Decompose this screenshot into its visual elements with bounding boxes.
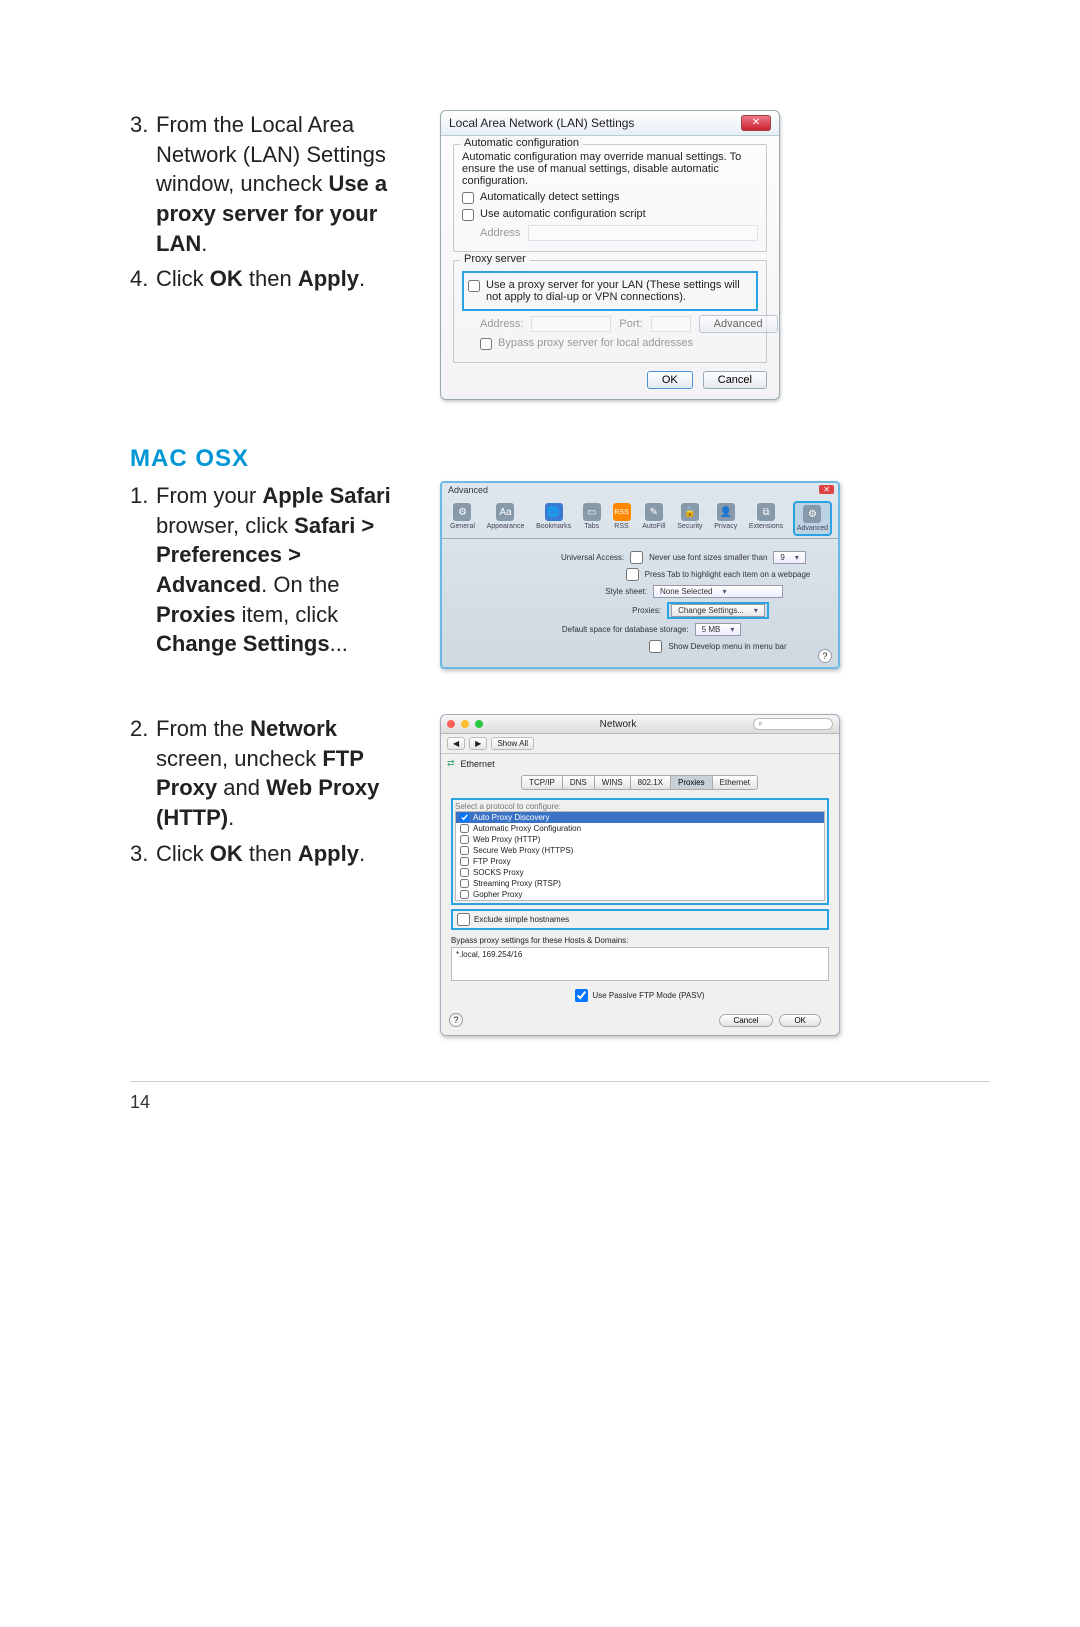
- tab-tcpip[interactable]: TCP/IP: [521, 775, 563, 790]
- minimize-dot-icon[interactable]: [461, 720, 469, 728]
- protocol-ftp-proxy[interactable]: FTP Proxy: [456, 856, 824, 867]
- address-input[interactable]: [528, 225, 758, 241]
- instructions-block-3: 2. From the Network screen, uncheck FTP …: [130, 714, 410, 1036]
- proxy-address-input[interactable]: [531, 316, 611, 332]
- develop-menu-checkbox[interactable]: [649, 640, 662, 653]
- passive-ftp-checkbox[interactable]: [575, 989, 588, 1002]
- protocol-auto-proxy-discovery[interactable]: Auto Proxy Discovery: [456, 812, 824, 823]
- instructions-block-1: 3. From the Local Area Network (LAN) Set…: [130, 110, 410, 400]
- cancel-button[interactable]: Cancel: [719, 1014, 774, 1027]
- pref-tab-extensions[interactable]: ⧉Extensions: [747, 501, 785, 536]
- protocol-automatic-proxy-configuration[interactable]: Automatic Proxy Configuration: [456, 823, 824, 834]
- db-storage-select[interactable]: 5 MB: [695, 623, 742, 636]
- back-button[interactable]: ◀: [447, 737, 465, 750]
- help-icon[interactable]: ?: [818, 649, 832, 663]
- extensions-icon: ⧉: [757, 503, 775, 521]
- bookmarks-icon: 🌐: [545, 503, 563, 521]
- show-all-button[interactable]: Show All: [491, 737, 534, 750]
- tab-highlight-checkbox[interactable]: [626, 568, 639, 581]
- page-number: 14: [130, 1092, 990, 1113]
- tab-wins[interactable]: WINS: [594, 775, 631, 790]
- advanced-button[interactable]: Advanced: [699, 315, 778, 333]
- advanced-icon: ⚙: [803, 505, 821, 523]
- preference-tabs: ⚙General AaAppearance🌐Bookmarks ▭Tabs RSSRS…: [442, 497, 838, 539]
- zoom-dot-icon[interactable]: [475, 720, 483, 728]
- pref-tab-tabs[interactable]: ▭Tabs: [581, 501, 603, 536]
- pref-tab-appearance[interactable]: AaAppearance: [485, 501, 527, 536]
- macosx-heading: MAC OSX: [130, 445, 990, 473]
- appearance-icon: Aa: [496, 503, 514, 521]
- security-icon: 🔒: [681, 503, 699, 521]
- tab-8021x[interactable]: 802.1X: [630, 775, 671, 790]
- help-icon[interactable]: ?: [449, 1013, 463, 1027]
- close-icon[interactable]: ✕: [741, 115, 771, 131]
- protocol-web-proxy-http-[interactable]: Web Proxy (HTTP): [456, 834, 824, 845]
- use-proxy-checkbox[interactable]: Use a proxy server for your LAN (These s…: [468, 279, 752, 303]
- ok-button[interactable]: OK: [779, 1014, 821, 1027]
- privacy-icon: 👤: [717, 503, 735, 521]
- dialog-title: Local Area Network (LAN) Settings: [449, 116, 634, 130]
- bypass-hosts-textarea[interactable]: *.local, 169.254/16: [451, 947, 829, 981]
- min-font-select[interactable]: 9: [773, 551, 805, 564]
- tab-proxies[interactable]: Proxies: [670, 775, 713, 790]
- pref-tab-autofill[interactable]: ✎AutoFill: [640, 501, 667, 536]
- protocol-socks-proxy[interactable]: SOCKS Proxy: [456, 867, 824, 878]
- exclude-hostnames-checkbox[interactable]: Exclude simple hostnames: [451, 909, 829, 930]
- proxy-port-input[interactable]: [651, 316, 691, 332]
- protocol-streaming-proxy-rtsp-[interactable]: Streaming Proxy (RTSP): [456, 878, 824, 889]
- pref-tab-bookmarks[interactable]: 🌐Bookmarks: [534, 501, 573, 536]
- tab-ethernet[interactable]: Ethernet: [712, 775, 758, 790]
- divider: [130, 1081, 990, 1082]
- pref-tab-security[interactable]: 🔒Security: [675, 501, 704, 536]
- protocol-list: Auto Proxy DiscoveryAutomatic Proxy Conf…: [455, 811, 825, 901]
- pref-tab-rss[interactable]: RSSRSS: [611, 501, 633, 536]
- safari-advanced-dialog: ✕ Advanced ⚙GeneralAaAppearance🌐Bookmark…: [440, 481, 840, 669]
- protocol-gopher-proxy[interactable]: Gopher Proxy: [456, 889, 824, 900]
- network-proxies-dialog: Network ◀ ▶ Show All ⇄Ethernet TCP/IPDNS…: [440, 714, 840, 1036]
- bypass-local-checkbox[interactable]: Bypass proxy server for local addresses: [480, 337, 758, 350]
- tab-dns[interactable]: DNS: [562, 775, 595, 790]
- change-settings-button[interactable]: Change Settings...: [671, 604, 765, 617]
- protocol-secure-web-proxy-https-[interactable]: Secure Web Proxy (HTTPS): [456, 845, 824, 856]
- pref-tab-advanced[interactable]: ⚙Advanced: [793, 501, 832, 536]
- forward-button[interactable]: ▶: [469, 737, 487, 750]
- rss-icon: RSS: [613, 503, 631, 521]
- lan-settings-dialog: Local Area Network (LAN) Settings ✕ Auto…: [440, 110, 780, 400]
- general-icon: ⚙: [453, 503, 471, 521]
- ok-button[interactable]: OK: [647, 371, 693, 389]
- pref-tab-privacy[interactable]: 👤Privacy: [712, 501, 739, 536]
- stylesheet-select[interactable]: None Selected: [653, 585, 783, 598]
- close-icon[interactable]: ✕: [819, 485, 834, 494]
- pref-tab-general[interactable]: ⚙General: [448, 501, 477, 536]
- cancel-button[interactable]: Cancel: [703, 371, 767, 389]
- auto-config-script-checkbox[interactable]: Use automatic configuration script: [462, 208, 758, 221]
- min-font-checkbox[interactable]: [630, 551, 643, 564]
- auto-detect-checkbox[interactable]: Automatically detect settings: [462, 191, 758, 204]
- proxies-tabs: TCP/IPDNSWINS802.1XProxiesEthernet: [441, 775, 839, 790]
- instructions-block-2: 1. From your Apple Safari browser, click…: [130, 481, 410, 669]
- search-input[interactable]: [753, 718, 833, 730]
- close-dot-icon[interactable]: [447, 720, 455, 728]
- autofill-icon: ✎: [645, 503, 663, 521]
- tabs-icon: ▭: [583, 503, 601, 521]
